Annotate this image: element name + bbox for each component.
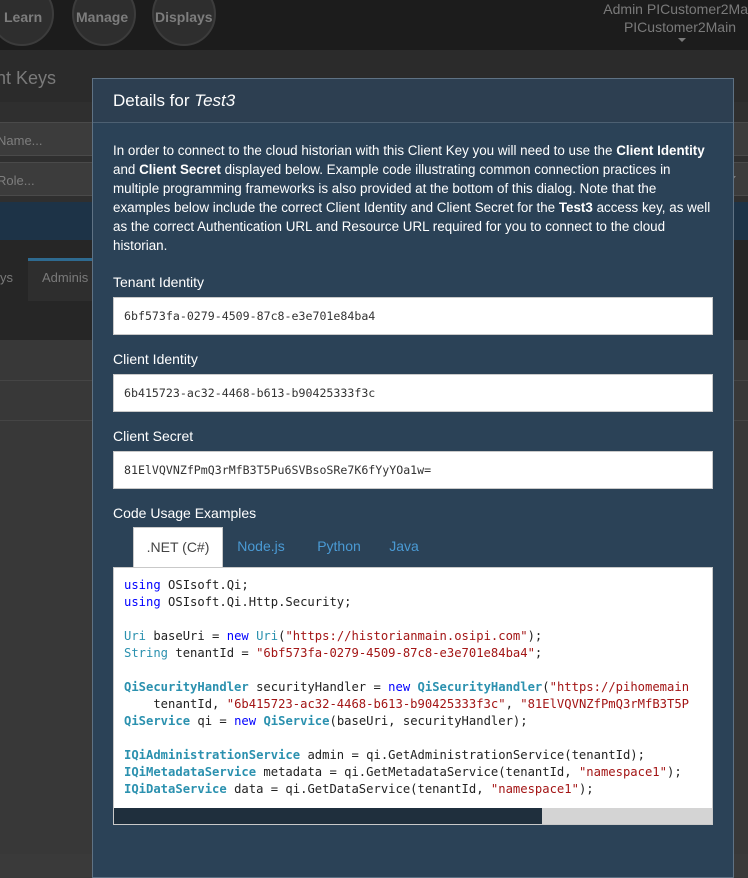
dialog-header: Details for Test3 — [93, 79, 733, 123]
code-text: tenantId, — [124, 697, 227, 711]
code-text: tenantId = — [168, 646, 257, 660]
code-type: IQiMetadataService — [124, 765, 257, 779]
code-text: ); — [667, 765, 682, 779]
code-string: "6b415723-ac32-4468-b613-b90425333f3c" — [226, 697, 506, 711]
code-text: ); — [578, 782, 594, 796]
intro-text: In order to connect to the cloud histori… — [113, 143, 617, 158]
code-string: "namespace1" — [578, 765, 667, 779]
user-menu-caret-icon[interactable] — [678, 38, 686, 42]
scrollbar-thumb[interactable] — [114, 808, 542, 824]
code-type: IQiAdministrationService — [124, 748, 301, 762]
nav-displays[interactable]: Displays — [155, 9, 213, 25]
code-keyword: new — [388, 680, 411, 694]
code-string: "https://historianmain.osipi.com" — [285, 629, 528, 643]
tab-nodejs[interactable]: Node.js — [229, 527, 293, 567]
client-key-details-dialog: Details for Test3 In order to connect to… — [92, 78, 734, 878]
code-type: QiService — [124, 714, 191, 728]
code-keyword: new — [234, 714, 257, 728]
code-sample: using OSIsoft.Qi; using OSIsoft.Qi.Http.… — [124, 577, 689, 798]
code-type: Uri — [256, 629, 279, 643]
nav-manage[interactable]: Manage — [76, 9, 128, 25]
bg-tab-keys[interactable]: ys — [0, 270, 13, 285]
code-text: OSIsoft.Qi; — [160, 578, 249, 592]
client-identity-label: Client Identity — [113, 351, 198, 367]
page-title: nt Keys — [0, 68, 57, 88]
dialog-title-key: Test3 — [194, 91, 236, 110]
code-type: String — [124, 646, 169, 660]
client-secret-field[interactable]: 81ElVQVNZfPmQ3rMfB3T5Pu6SVBsoSRe7K6fYyYO… — [113, 451, 713, 489]
code-string: "https://pihomemain — [549, 680, 690, 694]
code-keyword: using — [124, 578, 161, 592]
code-type: QiSecurityHandler — [417, 680, 543, 694]
intro-bold-client-identity: Client Identity — [616, 143, 705, 158]
code-string: "81ElVQVNZfPmQ3rMfB3T5P — [520, 697, 690, 711]
code-text: ; — [534, 646, 543, 660]
code-text: qi = — [190, 714, 235, 728]
intro-bold-client-secret: Client Secret — [139, 162, 221, 177]
code-text: ); — [527, 629, 543, 643]
role-filter-placeholder: Role... — [0, 173, 35, 188]
top-navigation-bar: Learn Manage Displays Admin PICustomer2M… — [0, 0, 748, 50]
client-identity-field[interactable]: 6b415723-ac32-4468-b613-b90425333f3c — [113, 374, 713, 412]
code-type: QiSecurityHandler — [124, 680, 249, 694]
code-text: OSIsoft.Qi.Http.Security; — [160, 595, 352, 609]
dialog-title: Details for Test3 — [113, 91, 235, 111]
user-name[interactable]: Admin PICustomer2Ma — [603, 1, 748, 17]
name-filter-placeholder: Name... — [0, 133, 43, 148]
intro-text: and — [113, 162, 140, 177]
code-text: baseUri = — [146, 629, 227, 643]
code-language-tabs: .NET (C#) Node.js Python Java — [113, 527, 713, 568]
tab-java[interactable]: Java — [383, 527, 425, 567]
code-text: (baseUri, securityHandler); — [329, 714, 528, 728]
code-type: QiService — [263, 714, 330, 728]
code-text: securityHandler = — [248, 680, 389, 694]
tab-dotnet[interactable]: .NET (C#) — [133, 527, 223, 568]
bg-tab-admin[interactable]: Adminis — [42, 270, 88, 285]
code-text: metadata = qi.GetMetadataService(tenantI… — [256, 765, 579, 779]
tenant-identity-value[interactable]: 6bf573fa-0279-4509-87c8-e3e701e84ba4 — [124, 309, 375, 323]
client-identity-value[interactable]: 6b415723-ac32-4468-b613-b90425333f3c — [124, 386, 375, 400]
code-type: Uri — [124, 629, 147, 643]
client-secret-label: Client Secret — [113, 428, 194, 444]
code-type: IQiDataService — [124, 782, 227, 796]
client-secret-value[interactable]: 81ElVQVNZfPmQ3rMfB3T5Pu6SVBsoSRe7K6fYyYO… — [124, 463, 431, 477]
code-string: "namespace1" — [490, 782, 579, 796]
dialog-title-prefix: Details for — [113, 91, 195, 110]
intro-bold-key-name: Test3 — [558, 200, 593, 215]
tenant-identity-label: Tenant Identity — [113, 274, 205, 290]
code-text: data = qi.GetDataService(tenantId, — [226, 782, 491, 796]
horizontal-scrollbar[interactable] — [114, 808, 712, 824]
code-keyword: new — [226, 629, 249, 643]
intro-paragraph: In order to connect to the cloud histori… — [113, 141, 713, 255]
tenant-identity-field[interactable]: 6bf573fa-0279-4509-87c8-e3e701e84ba4 — [113, 297, 713, 335]
nav-learn[interactable]: Learn — [4, 9, 42, 25]
code-sample-panel[interactable]: using OSIsoft.Qi; using OSIsoft.Qi.Http.… — [113, 567, 713, 825]
code-string: "6bf573fa-0279-4509-87c8-e3e701e84ba4" — [256, 646, 535, 660]
tenant-name[interactable]: PICustomer2Main — [624, 19, 736, 35]
tab-python[interactable]: Python — [309, 527, 369, 567]
code-text: admin = qi.GetAdministrationService(tena… — [300, 748, 645, 762]
code-text: , — [505, 697, 521, 711]
code-examples-label: Code Usage Examples — [113, 505, 257, 521]
code-keyword: using — [124, 595, 161, 609]
code-text: ( — [542, 680, 550, 694]
